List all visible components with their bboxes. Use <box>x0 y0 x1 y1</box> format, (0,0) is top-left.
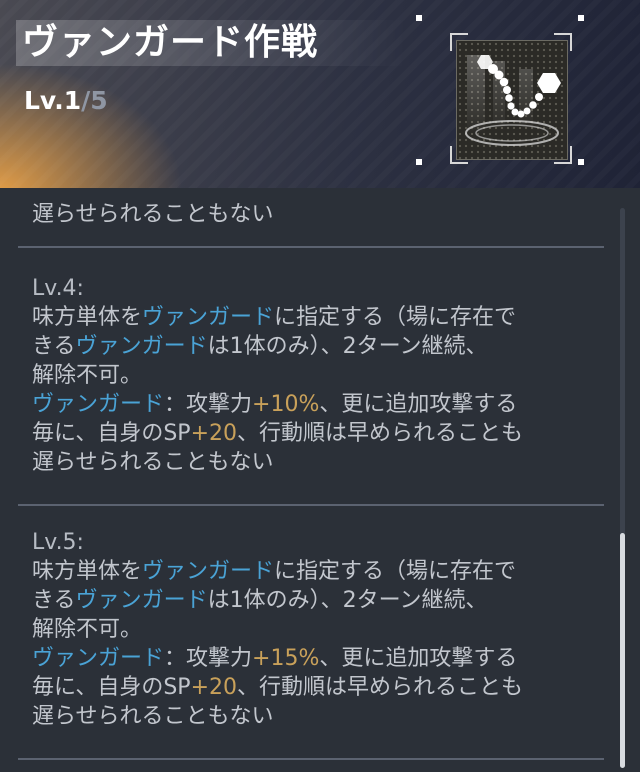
entry-line: 遅らせられることもない <box>32 202 274 227</box>
chain-hexagon-skill-icon <box>456 40 568 160</box>
keyword-vanguard: ヴァンガード <box>75 588 208 613</box>
divider <box>18 246 604 248</box>
level-label: Lv.5: <box>32 530 84 555</box>
attack-bonus-value: +15% <box>252 646 320 671</box>
frame-corner-dot <box>578 159 584 165</box>
entry-line: ヴァンガード：攻撃力+15%、更に追加攻撃する <box>32 646 518 671</box>
level-separator: / <box>81 86 91 115</box>
divider <box>18 758 604 760</box>
entry-line: 味方単体をヴァンガードに指定する（場に存在で <box>32 305 517 330</box>
frame-corner-dot <box>416 15 422 21</box>
level-entry-4: Lv.4: 味方単体をヴァンガードに指定する（場に存在で きるヴァンガードは1体… <box>32 274 602 477</box>
level-label: Lv.4: <box>32 276 84 301</box>
keyword-vanguard: ヴァンガード <box>142 559 275 584</box>
keyword-vanguard: ヴァンガード <box>32 392 165 417</box>
attack-bonus-value: +10% <box>252 392 320 417</box>
entry-line: きるヴァンガードは1体のみ）、2ターン継続、 <box>32 588 488 613</box>
entry-line: きるヴァンガードは1体のみ）、2ターン継続、 <box>32 334 488 359</box>
entry-line: 遅らせられることもない <box>32 704 274 729</box>
frame-corner-dot <box>416 159 422 165</box>
entry-line: 解除不可。 <box>32 363 143 388</box>
entry-line: 解除不可。 <box>32 617 143 642</box>
frame-corner-dot <box>578 15 584 21</box>
entry-line: ヴァンガード：攻撃力+10%、更に追加攻撃する <box>32 392 518 417</box>
level-max: 5 <box>90 86 108 115</box>
keyword-vanguard: ヴァンガード <box>142 305 275 330</box>
skill-header: ヴァンガード作戦 Lv.1/5 <box>0 0 640 188</box>
entry-line: 味方単体をヴァンガードに指定する（場に存在で <box>32 559 517 584</box>
scrollbar-thumb[interactable] <box>620 533 625 768</box>
keyword-vanguard: ヴァンガード <box>32 646 165 671</box>
skill-level: Lv.1/5 <box>24 86 108 116</box>
sp-bonus-value: +20 <box>190 675 238 700</box>
entry-line: 毎に、自身のSP+20、行動順は早められることも <box>32 421 524 446</box>
entry-line: 毎に、自身のSP+20、行動順は早められることも <box>32 675 524 700</box>
level-prefix: Lv. <box>24 86 64 115</box>
scrollbar[interactable] <box>620 208 625 768</box>
level-current: 1 <box>63 86 82 115</box>
level-entry-5: Lv.5: 味方単体をヴァンガードに指定する（場に存在で きるヴァンガードは1体… <box>32 528 602 731</box>
entry-line: 遅らせられることもない <box>32 450 274 475</box>
keyword-vanguard: ヴァンガード <box>75 334 208 359</box>
skill-description-list[interactable]: 遅らせられることもない Lv.4: 味方単体をヴァンガードに指定する（場に存在で… <box>18 188 608 772</box>
sp-bonus-value: +20 <box>190 421 238 446</box>
divider <box>18 504 604 506</box>
level-entry-partial: 遅らせられることもない <box>32 200 602 229</box>
skill-icon-frame[interactable] <box>416 15 584 165</box>
skill-title: ヴァンガード作戦 <box>22 22 319 63</box>
